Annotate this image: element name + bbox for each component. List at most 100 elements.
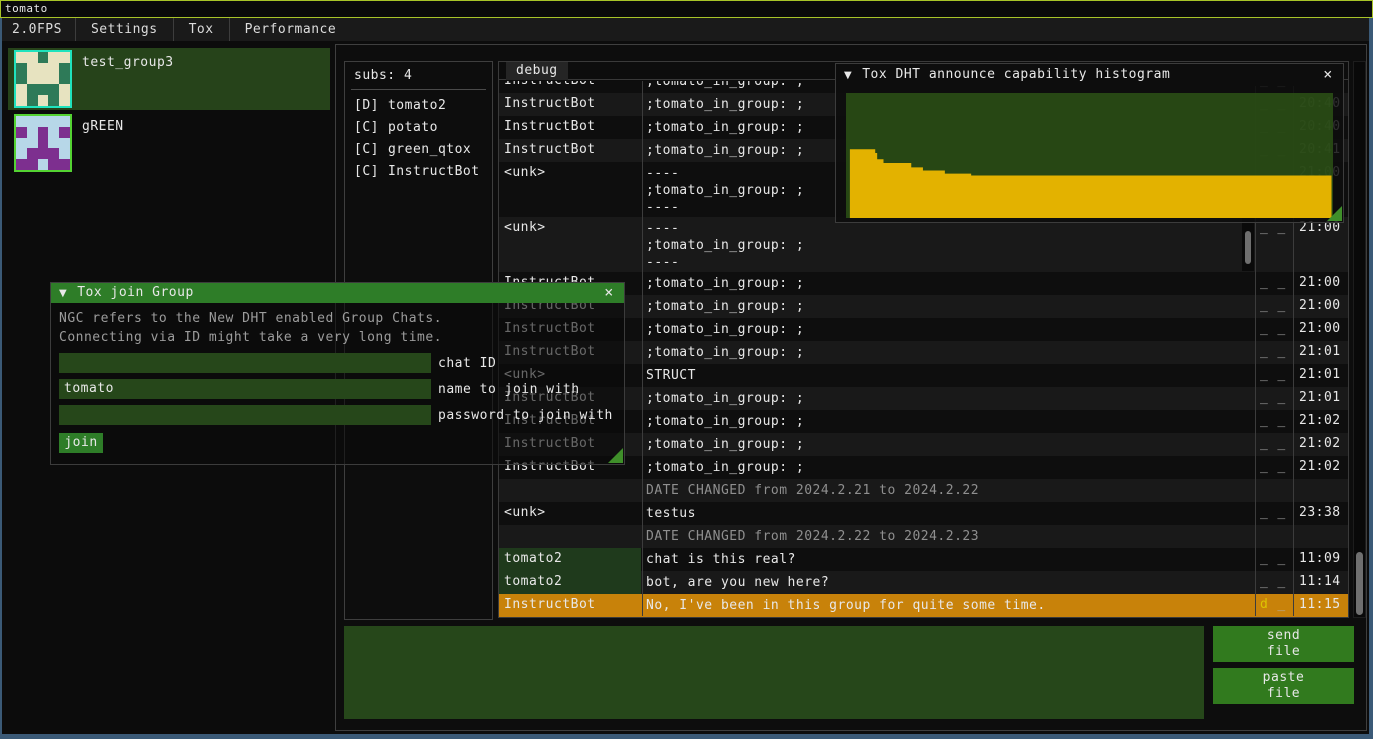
message-input[interactable] [344,626,1204,719]
message-status: d_ [1260,597,1294,612]
message-text: ;tomato_in_group: ; [646,344,1241,361]
message-sender: InstructBot [499,81,641,93]
avatar-pixel [16,138,27,149]
status-flag: _ [1260,413,1268,428]
avatar-pixel [48,138,59,149]
menu-item-settings[interactable]: Settings [76,18,173,41]
tab-debug[interactable]: debug [506,62,568,80]
avatar-pixel [16,52,27,63]
avatar-pixel [27,95,38,106]
status-flag: _ [1260,298,1268,313]
member-green_qtox[interactable]: [C]green_qtox [354,138,490,160]
member-role-tag: [C] [354,164,379,179]
status-flag: _ [1277,321,1285,336]
message-sender: tomato2 [499,548,641,571]
menu-item-performance[interactable]: Performance [230,18,352,41]
status-flag: _ [1277,551,1285,566]
close-icon[interactable]: × [1320,64,1336,85]
paste-file-button[interactable]: paste file [1213,668,1354,704]
input-name-to-join-with[interactable]: tomato [59,379,431,399]
window-title: tomato [5,2,48,15]
message-text: DATE CHANGED from 2024.2.21 to 2024.2.22 [646,482,1241,499]
chat-message-row: InstructBot;tomato_in_group: ;__21:02 [499,410,1348,433]
avatar-pixel [59,127,70,138]
avatar-pixel [48,52,59,63]
chat-message-row: InstructBot;tomato_in_group: ;__21:00 [499,272,1348,295]
avatar-pixel [27,159,38,170]
message-text: bot, are you new here? [646,574,1241,591]
chat-message-row: InstructBot;tomato_in_group: ;__21:02 [499,433,1348,456]
avatar-pixel [48,116,59,127]
join-group-window: ▼Tox join Group × NGC refers to the New … [50,282,625,465]
message-sender: <unk> [499,502,641,525]
join-group-titlebar[interactable]: ▼Tox join Group × [51,283,624,303]
message-status: __ [1260,413,1294,428]
sidebar-group-test_group3[interactable]: test_group3 [8,48,330,110]
resize-grip[interactable] [1327,206,1342,221]
message-text: ;tomato_in_group: ; [646,390,1241,407]
chat-scrollbar[interactable] [1353,61,1366,618]
status-flag: _ [1277,459,1285,474]
member-InstructBot[interactable]: [C]InstructBot [354,160,490,182]
join-button[interactable]: join [59,433,103,453]
chat-message-row: tomato2bot, are you new here?__11:14 [499,571,1348,594]
message-text: STRUCT [646,367,1241,384]
avatar-pixel [16,148,27,159]
avatar-pixel [27,52,38,63]
chat-message-row: <unk>STRUCT__21:01 [499,364,1348,387]
chat-scrollbar-handle[interactable] [1356,552,1363,615]
send-file-button[interactable]: send file [1213,626,1354,662]
avatar-pixel [48,95,59,106]
member-role-tag: [C] [354,142,379,157]
message-time: 21:00 [1299,298,1341,313]
avatar-pixel [16,74,27,85]
status-flag: _ [1260,344,1268,359]
message-text: No, I've been in this group for quite so… [646,597,1241,614]
dht-histogram-body [836,86,1343,222]
avatar-pixel [16,84,27,95]
message-sender: InstructBot [499,93,641,116]
message-status: __ [1260,344,1294,359]
message-text: ;tomato_in_group: ; [646,321,1241,338]
member-role-tag: [D] [354,98,379,113]
message-text: ;tomato_in_group: ; [646,298,1241,315]
member-tomato2[interactable]: [D] tomato2 [354,94,490,116]
resize-grip[interactable] [608,448,623,463]
status-flag: _ [1277,367,1285,382]
close-icon[interactable]: × [601,283,617,302]
chat-message-row: InstructBot;tomato_in_group: ;__21:01 [499,387,1348,410]
input-password-to-join-with[interactable] [59,405,431,425]
message-sender: InstructBot [499,139,641,162]
message-text: testus [646,505,1241,522]
message-scrollbar-handle[interactable] [1245,231,1251,264]
message-status: __ [1260,298,1294,313]
member-name: tomato2 [388,98,446,113]
sidebar-group-gREEN[interactable]: gREEN [8,112,330,174]
status-flag: _ [1260,321,1268,336]
avatar-pixel [59,63,70,74]
status-flag: _ [1260,436,1268,451]
avatar-pixel [16,116,27,127]
message-time: 21:02 [1299,459,1341,474]
message-text: DATE CHANGED from 2024.2.22 to 2024.2.23 [646,528,1241,545]
menu-item-tox[interactable]: Tox [174,18,229,41]
collapse-arrow-icon[interactable]: ▼ [844,65,852,87]
status-flag: _ [1277,413,1285,428]
collapse-arrow-icon[interactable]: ▼ [59,284,67,304]
message-sender: <unk> [499,162,641,217]
member-potato[interactable]: [C]potato [354,116,490,138]
avatar-pixel [27,116,38,127]
join-field-row: tomatoname to join with [59,379,580,399]
avatar-pixel [38,127,49,138]
chat-message-row: <unk>---- ;tomato_in_group: ; ----__21:0… [499,217,1348,272]
member-list: [D] tomato2 [C]potato[C]green_qtox[C]Instr… [354,94,490,182]
avatar-pixel [59,159,70,170]
dht-histogram-titlebar[interactable]: ▼Tox DHT announce capability histogram × [836,64,1343,86]
avatar-pixel [59,116,70,127]
input-chat-id[interactable] [59,353,431,373]
message-scrollbar[interactable] [1242,218,1254,271]
avatar-pixel [38,63,49,74]
avatar-pixel [48,63,59,74]
date-changed-row: DATE CHANGED from 2024.2.21 to 2024.2.22 [499,479,1348,502]
message-time: 21:02 [1299,413,1341,428]
